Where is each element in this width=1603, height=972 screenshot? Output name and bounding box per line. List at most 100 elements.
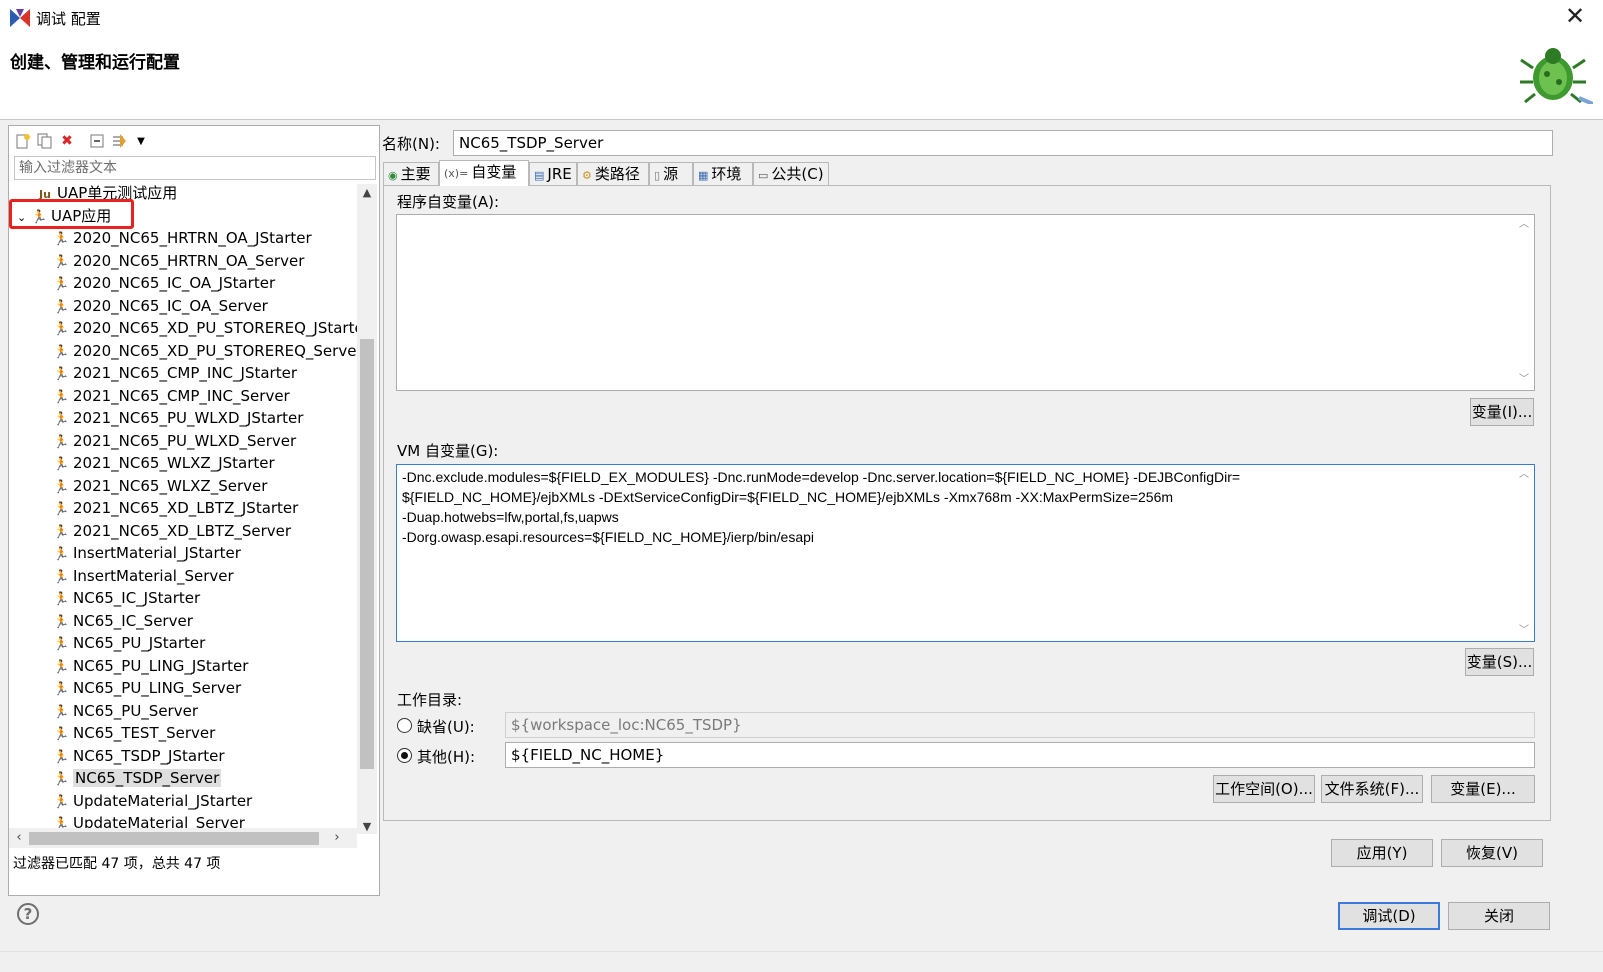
tree-item[interactable]: 🏃 2021_NC65_WLXZ_JStarter xyxy=(53,452,275,474)
run-app-icon: 🏃 xyxy=(53,412,70,427)
tree-group-uap-app[interactable]: ⌄ 🏃 UAP应用 xyxy=(17,205,111,227)
textarea-scrollbar[interactable]: ︿ ﹀ xyxy=(1515,216,1533,389)
delete-icon[interactable]: ✖ xyxy=(57,131,77,151)
tree-item[interactable]: 🏃 UpdateMaterial_JStarter xyxy=(53,790,252,812)
close-button[interactable]: 关闭 xyxy=(1448,902,1550,930)
tree-item[interactable]: 🏃 2020_NC65_XD_PU_STOREREQ_JStarte xyxy=(53,317,357,339)
tree-item[interactable]: 🏃 NC65_PU_Server xyxy=(53,700,198,722)
tab-common[interactable]: ▭ 公共(C) xyxy=(753,162,829,185)
program-vars-button[interactable]: 变量(I)... xyxy=(1470,398,1534,426)
run-app-icon: 🏃 xyxy=(53,299,70,315)
tree-item[interactable]: 🏃 2021_NC65_XD_LBTZ_Server xyxy=(53,520,291,542)
tab-source[interactable]: ▯ 源 xyxy=(649,162,693,185)
filter-input[interactable] xyxy=(14,156,376,180)
tree-item[interactable]: 🏃 2021_NC65_XD_LBTZ_JStarter xyxy=(53,497,298,519)
tree-item[interactable]: 🏃 NC65_IC_Server xyxy=(53,610,193,632)
help-icon[interactable]: ? xyxy=(17,903,39,925)
tree-horizontal-scrollbar[interactable]: ‹ › xyxy=(9,828,357,848)
revert-button[interactable]: 恢复(V) xyxy=(1441,839,1543,867)
filter-icon[interactable] xyxy=(109,131,129,151)
vm-args-textarea[interactable]: -Dnc.exclude.modules=${FIELD_EX_MODULES}… xyxy=(396,464,1535,642)
tree-item[interactable]: 🏃 NC65_TSDP_Server xyxy=(53,767,222,789)
run-app-icon: 🏃 xyxy=(53,592,70,607)
run-app-icon: 🏃 xyxy=(53,254,70,270)
tree-item[interactable]: 🏃 2021_NC65_CMP_INC_Server xyxy=(53,385,290,407)
tab-classpath[interactable]: ⚙ 类路径 xyxy=(577,162,649,185)
workdir-label: 工作目录: xyxy=(397,691,463,709)
tree-item[interactable]: 🏃 2021_NC65_PU_WLXD_Server xyxy=(53,430,296,452)
config-name-input[interactable] xyxy=(453,130,1553,156)
program-args-label: 程序自变量(A): xyxy=(397,193,500,211)
vm-args-line: -Dorg.owasp.esapi.resources=${FIELD_NC_H… xyxy=(402,529,815,545)
new-config-icon[interactable] xyxy=(13,131,33,151)
scroll-down-icon[interactable]: ﹀ xyxy=(1515,373,1533,387)
tree-item[interactable]: 🏃 NC65_PU_LING_JStarter xyxy=(53,655,248,677)
tree-item[interactable]: 🏃 2020_NC65_IC_OA_Server xyxy=(53,295,268,317)
environment-tab-icon: ▦ xyxy=(698,169,709,182)
program-args-textarea[interactable]: ︿ ﹀ xyxy=(396,214,1535,391)
tree-item-uap-unit-test[interactable]: Ju UAP单元测试应用 xyxy=(37,184,177,204)
tree-item[interactable]: 🏃 2020_NC65_HRTRN_OA_JStarter xyxy=(53,227,312,249)
arguments-tab-icon: (x)= xyxy=(444,167,469,180)
scroll-down-icon[interactable]: ﹀ xyxy=(1515,624,1533,638)
tree-item[interactable]: 🏃 2021_NC65_PU_WLXD_JStarter xyxy=(53,407,303,429)
tab-arguments[interactable]: (x)= 自变量 xyxy=(439,160,529,186)
close-window-icon[interactable]: ✕ xyxy=(1561,2,1589,30)
other-dir-radio[interactable] xyxy=(397,748,412,763)
scroll-up-icon[interactable]: ︿ xyxy=(1515,468,1533,482)
scroll-thumb[interactable] xyxy=(29,832,319,845)
source-tab-icon: ▯ xyxy=(654,169,661,182)
tree-item[interactable]: 🏃 NC65_PU_JStarter xyxy=(53,632,205,654)
config-tabs: ◉ 主要 (x)= 自变量 ▤ JRE ⚙ 类路径 ▯ 源 ▦ 环境 ▭ 公共(C) xyxy=(383,160,853,186)
scroll-up-icon[interactable]: ▲ xyxy=(357,184,377,202)
tree-item[interactable]: 🏃 2020_NC65_IC_OA_JStarter xyxy=(53,272,275,294)
other-dir-label: 其他(H): xyxy=(417,748,476,766)
apply-button[interactable]: 应用(Y) xyxy=(1331,839,1433,867)
scroll-down-icon[interactable]: ▼ xyxy=(357,818,377,836)
jre-tab-icon: ▤ xyxy=(534,169,545,182)
scroll-thumb[interactable] xyxy=(360,339,374,769)
duplicate-icon[interactable] xyxy=(35,131,55,151)
expand-chevron-icon[interactable]: ⌄ xyxy=(17,207,31,229)
default-dir-radio[interactable] xyxy=(397,718,412,733)
debug-config-dialog: 调试 配置 ✕ 创建、管理和运行配置 ✖ ▼ 输入过滤器文本 Ju UAP单元测… xyxy=(0,0,1603,972)
dropdown-icon[interactable]: ▼ xyxy=(131,131,151,151)
window-title: 调试 配置 xyxy=(36,10,101,28)
tree-vertical-scrollbar[interactable]: ▲ ▼ xyxy=(357,184,377,834)
tree-item[interactable]: 🏃 2021_NC65_CMP_INC_JStarter xyxy=(53,362,297,384)
textarea-scrollbar[interactable]: ︿ ﹀ xyxy=(1515,466,1533,640)
tree-item-label: 2021_NC65_XD_LBTZ_JStarter xyxy=(73,499,299,517)
tab-main[interactable]: ◉ 主要 xyxy=(383,162,439,185)
tree-item-label: NC65_IC_Server xyxy=(73,611,193,630)
tab-environment[interactable]: ▦ 环境 xyxy=(693,162,753,185)
other-dir-field[interactable]: ${FIELD_NC_HOME} xyxy=(505,742,1535,768)
tree-item-label: NC65_PU_LING_JStarter xyxy=(73,656,249,675)
scroll-left-icon[interactable]: ‹ xyxy=(9,828,29,848)
tree-item[interactable]: 🏃 NC65_TSDP_JStarter xyxy=(53,745,225,767)
collapse-all-icon[interactable] xyxy=(87,131,107,151)
run-app-icon: 🏃 xyxy=(53,457,70,472)
scroll-right-icon[interactable]: › xyxy=(327,828,347,848)
tree-item[interactable]: 🏃 NC65_TEST_Server xyxy=(53,722,215,744)
workspace-button[interactable]: 工作空间(O)... xyxy=(1213,775,1315,803)
name-label: 名称(N): xyxy=(382,135,440,153)
classpath-tab-icon: ⚙ xyxy=(582,169,592,182)
workdir-vars-button[interactable]: 变量(E)... xyxy=(1431,775,1535,803)
tab-jre[interactable]: ▤ JRE xyxy=(529,162,577,185)
run-app-icon: 🏃 xyxy=(53,659,70,675)
tree-item[interactable]: 🏃 2020_NC65_HRTRN_OA_Server xyxy=(53,250,304,272)
vm-vars-button[interactable]: 变量(S)... xyxy=(1465,648,1534,676)
tree-item[interactable]: 🏃 InsertMaterial_Server xyxy=(53,565,234,587)
run-app-icon: 🏃 xyxy=(53,727,70,742)
tree-item[interactable]: 🏃 InsertMaterial_JStarter xyxy=(53,542,241,564)
tree-item[interactable]: 🏃 2021_NC65_WLXZ_Server xyxy=(53,475,267,497)
tree-item-label: NC65_TSDP_JStarter xyxy=(73,746,225,765)
tree-item[interactable]: 🏃 NC65_IC_JStarter xyxy=(53,587,200,609)
tree-item-label: NC65_TSDP_Server xyxy=(73,769,222,787)
debug-button[interactable]: 调试(D) xyxy=(1338,902,1440,930)
tree-item[interactable]: 🏃 2020_NC65_XD_PU_STOREREQ_Server xyxy=(53,340,357,362)
filesystem-button[interactable]: 文件系统(F)... xyxy=(1321,775,1423,803)
tree-item[interactable]: 🏃 NC65_PU_LING_Server xyxy=(53,677,241,699)
vm-args-label: VM 自变量(G): xyxy=(397,442,499,460)
scroll-up-icon[interactable]: ︿ xyxy=(1515,218,1533,232)
